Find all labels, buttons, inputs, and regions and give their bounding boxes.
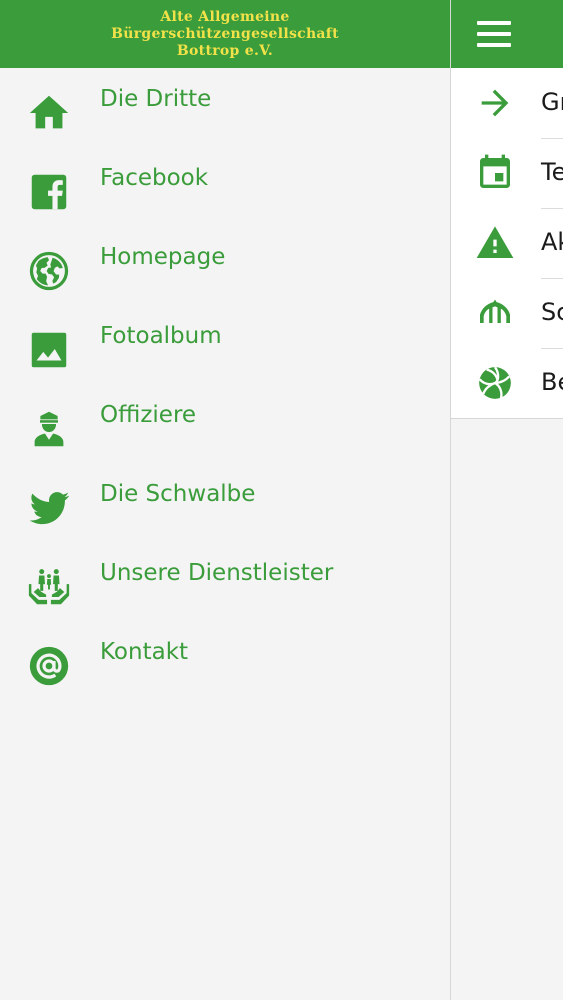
hamburger-line (477, 21, 511, 25)
main-panel: Gr Te Ak Sc Be (450, 0, 563, 1000)
photo-icon (26, 327, 72, 373)
drawer-item-label: Offiziere (100, 402, 197, 428)
facebook-icon (26, 169, 72, 215)
drawer-item-offiziere[interactable]: Offiziere (0, 392, 450, 471)
drawer-item-fotoalbum[interactable]: Fotoalbum (0, 313, 450, 392)
drawer-item-unsere-dienstleister[interactable]: Unsere Dienstleister (0, 550, 450, 629)
logo-line-3: Bottrop e.V. (176, 42, 274, 59)
hamburger-icon[interactable] (477, 21, 511, 47)
drawer-item-facebook[interactable]: Facebook (0, 155, 450, 234)
list-item[interactable]: Be (451, 348, 563, 418)
warning-icon (475, 223, 515, 263)
drawer-item-homepage[interactable]: Homepage (0, 234, 450, 313)
globe-icon (26, 248, 72, 294)
drawer-item-label: Facebook (100, 165, 209, 191)
main-header (451, 0, 563, 68)
list-item-label: Gr (541, 88, 563, 116)
hamburger-line (477, 43, 511, 47)
family-hands-icon (26, 564, 72, 610)
drawer-menu: Die Dritte Facebook Homepage Fotoalbum O… (0, 68, 450, 708)
drawer-item-label: Homepage (100, 244, 226, 270)
drawer-item-die-schwalbe[interactable]: Die Schwalbe (0, 471, 450, 550)
drawer-item-kontakt[interactable]: Kontakt (0, 629, 450, 708)
drawer-header: Alte Allgemeine Bürgerschützengesellscha… (0, 0, 450, 68)
list-item[interactable]: Sc (451, 278, 563, 348)
list-item-label: Sc (541, 298, 563, 326)
arrow-right-icon (475, 83, 515, 123)
drawer-item-label: Kontakt (100, 639, 189, 665)
club-logo: Alte Allgemeine Bürgerschützengesellscha… (111, 9, 339, 60)
list-item[interactable]: Te (451, 138, 563, 208)
at-sign-icon (26, 643, 72, 689)
main-list: Gr Te Ak Sc Be (451, 68, 563, 419)
bird-icon (26, 485, 72, 531)
list-item[interactable]: Ak (451, 208, 563, 278)
list-item-label: Te (541, 158, 563, 186)
list-item[interactable]: Gr (451, 68, 563, 138)
tent-icon (475, 293, 515, 333)
navigation-drawer: Alte Allgemeine Bürgerschützengesellscha… (0, 0, 450, 1000)
home-icon (26, 90, 72, 136)
drawer-item-label: Unsere Dienstleister (100, 560, 334, 586)
drawer-item-die-dritte[interactable]: Die Dritte (0, 76, 450, 155)
hamburger-line (477, 32, 511, 36)
drawer-item-label: Die Dritte (100, 86, 212, 112)
logo-line-1: Alte Allgemeine (160, 8, 290, 25)
logo-line-2: Bürgerschützengesellschaft (111, 25, 339, 42)
list-item-label: Ak (541, 228, 563, 256)
list-item-label: Be (541, 368, 563, 396)
drawer-item-label: Fotoalbum (100, 323, 222, 349)
officer-icon (26, 406, 72, 452)
calendar-icon (475, 153, 515, 193)
drawer-item-label: Die Schwalbe (100, 481, 256, 507)
volleyball-icon (475, 363, 515, 403)
